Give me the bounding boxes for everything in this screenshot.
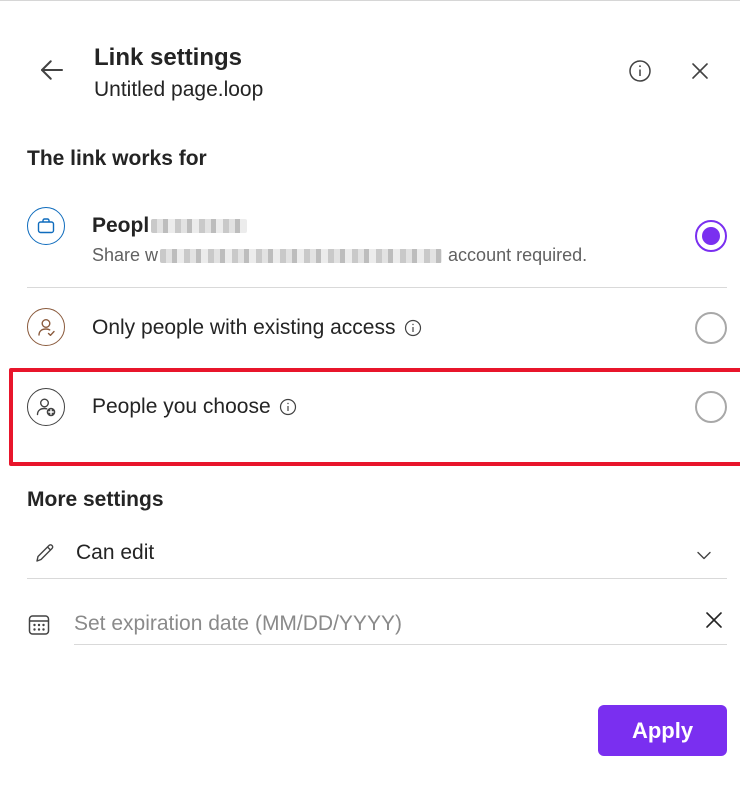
pencil-icon: [36, 544, 54, 562]
option-org-radio[interactable]: [695, 220, 727, 252]
briefcase-icon: [37, 218, 55, 234]
info-icon: [404, 320, 421, 337]
apply-button[interactable]: Apply: [598, 705, 727, 756]
calendar-icon: [28, 615, 50, 635]
back-button[interactable]: [34, 52, 70, 88]
page-title: Link settings: [94, 44, 243, 71]
expiration-date-input[interactable]: [74, 606, 724, 642]
more-settings-heading: More settings: [27, 488, 164, 511]
option-choose-title: People you choose: [92, 395, 297, 419]
arrow-left-icon: [41, 60, 63, 80]
option-org-title: Peopl: [92, 214, 248, 238]
link-scope-heading: The link works for: [27, 147, 207, 170]
permission-value: Can edit: [76, 541, 155, 564]
radio-selected-dot: [702, 227, 720, 245]
person-check-icon: [38, 319, 55, 336]
top-border: [0, 0, 740, 1]
redacted-text: [151, 219, 248, 234]
option-org-icon: [27, 207, 65, 245]
option-choose-icon: [27, 388, 65, 426]
option-org-description: Share w account required.: [92, 245, 588, 265]
existing-access-info-icon[interactable]: [404, 319, 422, 337]
divider: [27, 287, 727, 288]
option-existing-title: Only people with existing access: [92, 316, 422, 340]
close-button[interactable]: [684, 55, 716, 87]
divider: [27, 578, 727, 579]
person-add-icon: [36, 398, 56, 417]
info-icon: [279, 399, 296, 416]
info-icon: [629, 60, 651, 82]
close-icon: [692, 63, 708, 79]
permission-dropdown[interactable]: Can edit: [27, 534, 727, 578]
chevron-down-icon: [697, 551, 711, 560]
option-choose-radio[interactable]: [695, 391, 727, 423]
option-existing-icon: [27, 308, 65, 346]
clear-expiration-button[interactable]: [698, 604, 730, 636]
close-icon: [706, 612, 722, 628]
redacted-text: [160, 249, 443, 264]
option-existing-radio[interactable]: [695, 312, 727, 344]
people-you-choose-info-icon[interactable]: [279, 398, 297, 416]
file-name: Untitled page.loop: [94, 78, 264, 101]
divider: [74, 644, 727, 645]
info-button[interactable]: [624, 55, 656, 87]
